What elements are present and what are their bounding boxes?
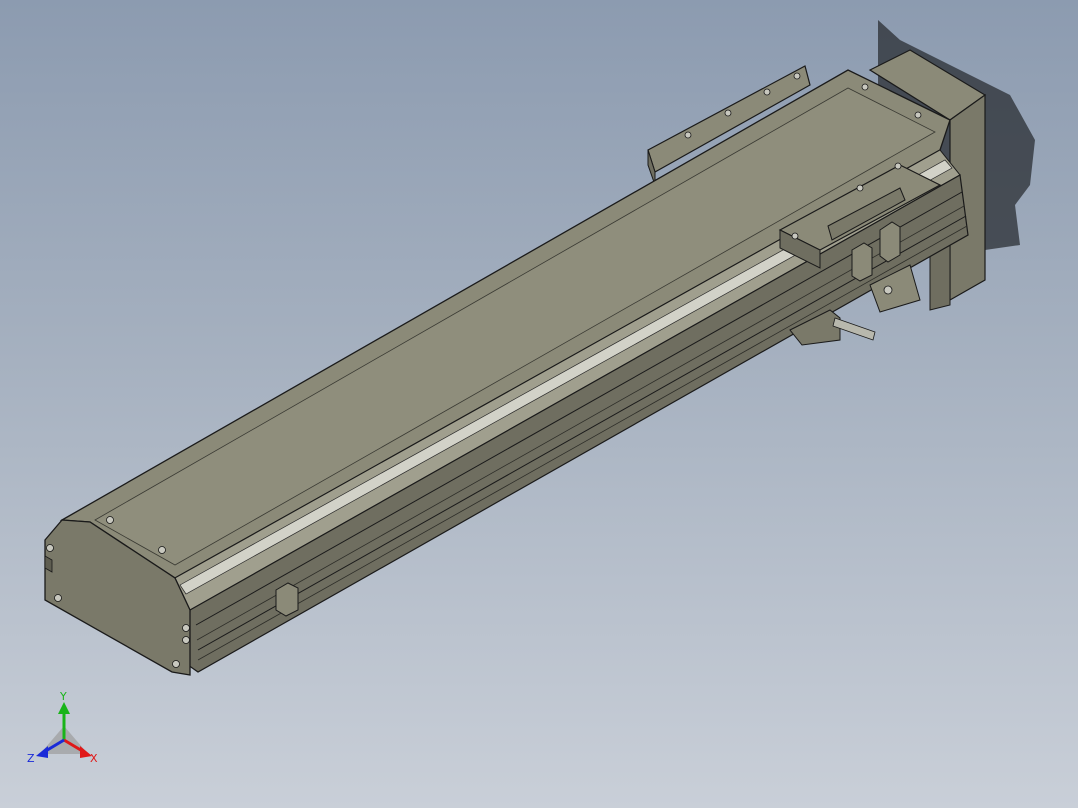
plate-screw — [724, 109, 732, 117]
y-axis-label: Y — [59, 690, 67, 703]
plate-screw — [763, 88, 771, 96]
actuator-model[interactable] — [0, 0, 1078, 808]
cover-screw — [861, 83, 869, 91]
cover-screw — [158, 546, 166, 554]
screw-hole — [172, 660, 180, 668]
y-axis-arrow — [58, 702, 70, 714]
carriage-screw — [856, 184, 864, 192]
sensor-bracket — [851, 242, 873, 282]
cover-screw — [106, 516, 114, 524]
sensor-bracket — [879, 221, 901, 263]
screw-hole — [182, 624, 190, 632]
axis-triad: Y X Z — [27, 690, 98, 765]
coupling-screw — [883, 285, 893, 295]
screw-hole — [182, 636, 190, 644]
carriage-screw — [791, 232, 799, 240]
z-axis-arrow — [36, 746, 48, 758]
x-axis-label: X — [90, 752, 98, 765]
screw-hole — [46, 544, 54, 552]
z-axis-label: Z — [27, 752, 35, 765]
sensor-bracket — [275, 582, 299, 617]
plate-screw — [793, 72, 801, 80]
screw-hole — [54, 594, 62, 602]
cover-screw — [914, 111, 922, 119]
plate-screw — [684, 131, 692, 139]
carriage-screw — [894, 162, 902, 170]
cad-viewport[interactable]: Y X Z — [0, 0, 1078, 808]
